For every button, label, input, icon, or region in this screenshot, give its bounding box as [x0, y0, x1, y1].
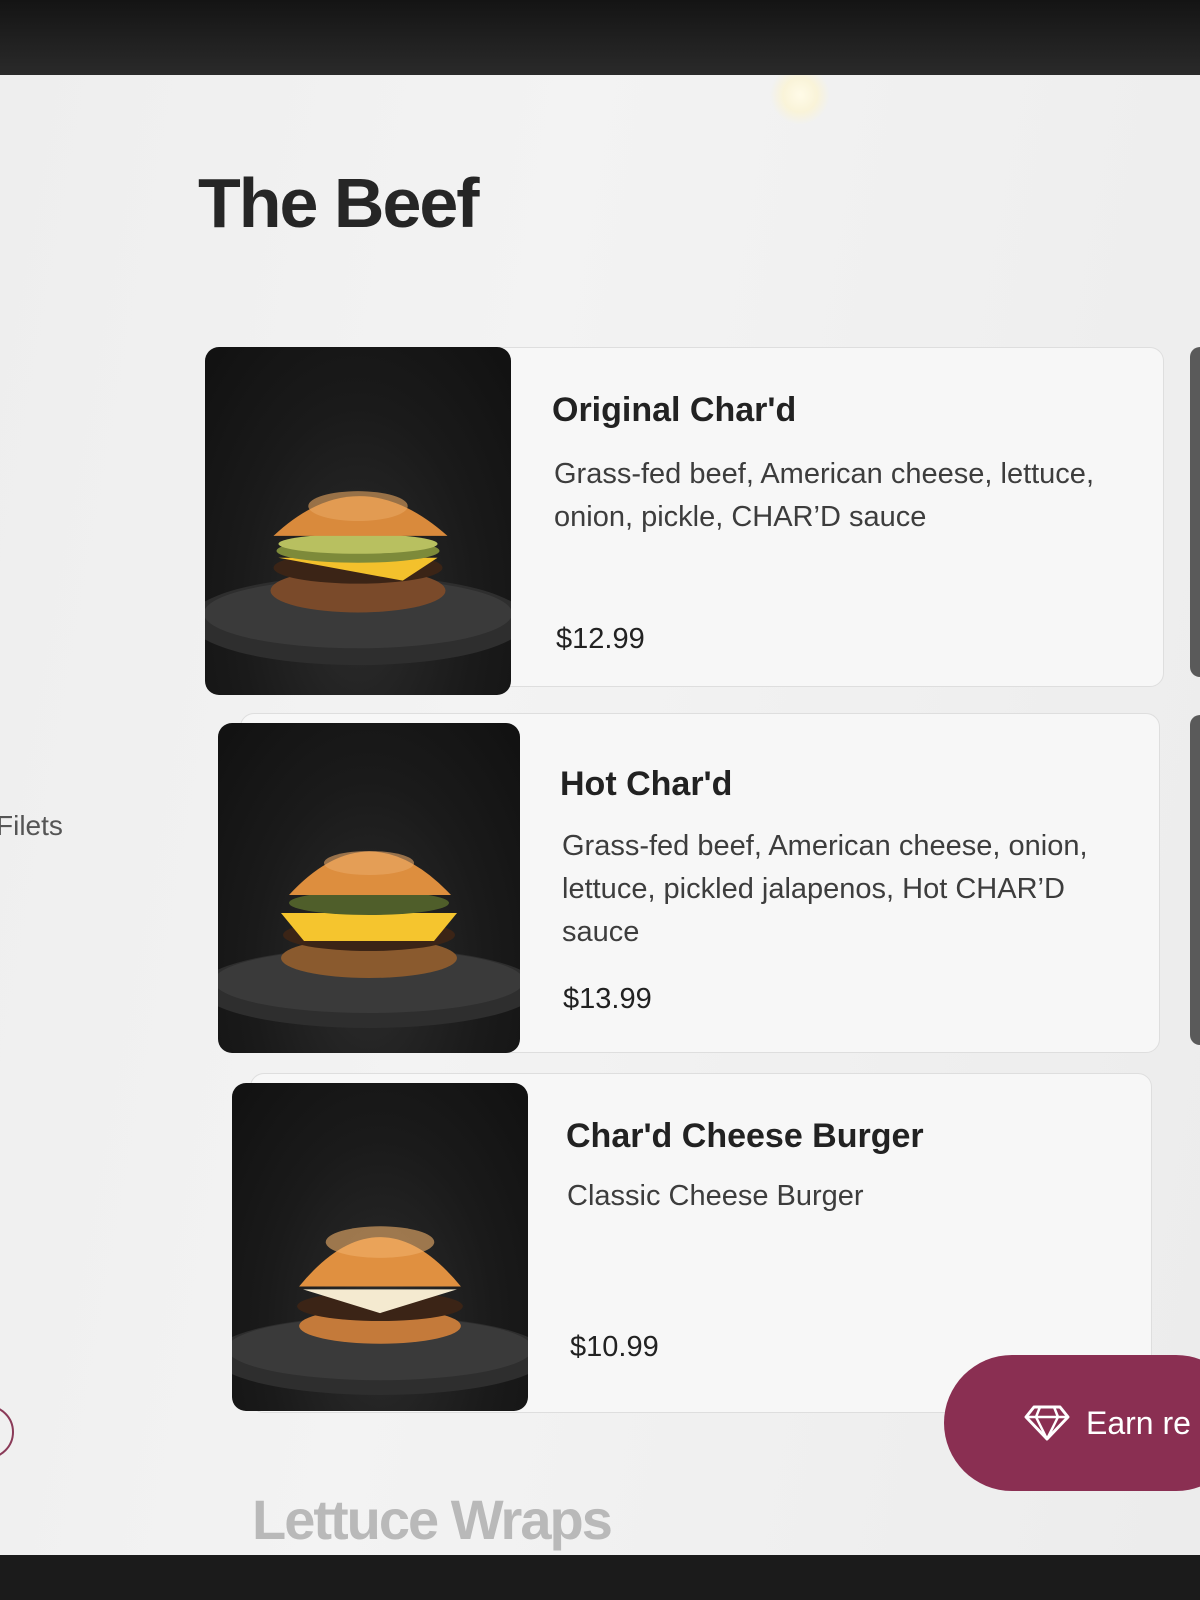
burger-image — [205, 347, 511, 695]
menu-screen: Filets The Beef Original Char'd Grass-fe… — [0, 75, 1200, 1555]
item-description: Grass-fed beef, American cheese, lettuce… — [554, 458, 1094, 533]
item-name: Char'd Cheese Burger — [566, 1117, 924, 1155]
earn-rewards-label: Earn re — [1086, 1404, 1191, 1441]
device-bezel-bottom — [0, 1555, 1200, 1600]
sidebar-item-filets[interactable]: Filets — [0, 810, 63, 842]
item-name: Original Char'd — [552, 391, 797, 429]
sidebar-circle-button[interactable] — [0, 1405, 14, 1459]
section-title-lettuce-wraps: Lettuce Wraps — [252, 1488, 613, 1551]
item-price: $12.99 — [556, 623, 645, 655]
light-glare — [770, 75, 830, 125]
burger-image — [232, 1083, 528, 1411]
burger-image — [218, 723, 520, 1053]
item-description: Classic Cheese Burger — [567, 1180, 864, 1212]
item-price: $13.99 — [563, 983, 652, 1015]
item-price: $10.99 — [570, 1331, 659, 1363]
item-description: Grass-fed beef, American cheese, onion, … — [562, 830, 1088, 948]
adjacent-card-edge — [1190, 715, 1200, 1045]
adjacent-card-edge — [1190, 347, 1200, 677]
diamond-icon — [1024, 1405, 1070, 1441]
item-name: Hot Char'd — [560, 765, 733, 803]
earn-rewards-button[interactable]: Earn re — [944, 1355, 1200, 1491]
section-title-the-beef: The Beef — [198, 164, 480, 242]
device-bezel-top — [0, 0, 1200, 75]
